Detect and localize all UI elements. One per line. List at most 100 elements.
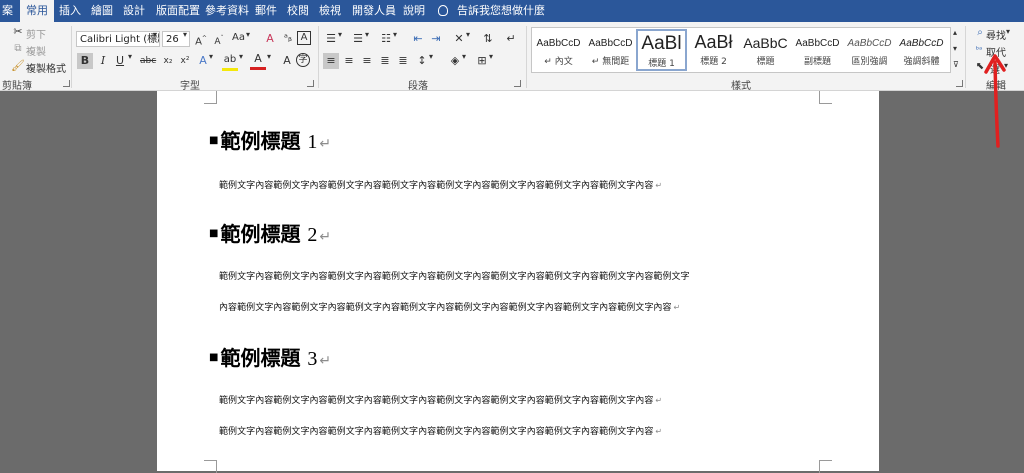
asian-layout-icon[interactable]: ✕ (451, 31, 467, 47)
highlight-icon[interactable]: ab (222, 52, 238, 71)
enclose-characters-icon[interactable]: 字 (296, 53, 310, 67)
cut-button[interactable]: 剪下 (26, 26, 46, 41)
copy-button[interactable]: 複製 (26, 43, 46, 58)
tab-design[interactable]: 設計 (117, 0, 151, 22)
chevron-down-icon[interactable]: ▾ (267, 52, 271, 61)
style-normal[interactable]: AaBbCcD ↵ 內文 (533, 29, 584, 71)
chevron-down-icon[interactable]: ▾ (1006, 27, 1010, 36)
styles-launcher-icon[interactable] (956, 80, 963, 87)
tab-mailings[interactable]: 郵件 (249, 0, 283, 22)
align-right-icon[interactable]: ≡ (359, 53, 375, 69)
style-title[interactable]: AaBbC 標題 (740, 29, 791, 71)
style-subtle-emphasis[interactable]: AaBbCcD 區別強調 (844, 29, 895, 71)
body-line[interactable]: 範例文字內容範例文字內容範例文字內容範例文字內容範例文字內容範例文字內容範例文字… (219, 393, 662, 406)
heading-1[interactable]: ■ 範例標題 1 ↵ (209, 125, 331, 154)
styles-gallery: AaBbCcD ↵ 內文 AaBbCcD ↵ 無間距 AaBl 標題 1 AaB… (531, 27, 951, 73)
ribbon-home: ✂ 剪下 ⧉ 複製 🖌 複製格式 剪貼簿 Calibri Light (標題 ▾… (0, 22, 1024, 92)
italic-icon[interactable]: I (95, 53, 111, 69)
chevron-down-icon[interactable]: ▾ (365, 30, 369, 39)
gallery-down-icon[interactable]: ▾ (953, 44, 957, 53)
superscript-icon[interactable]: x² (177, 53, 193, 69)
chevron-down-icon[interactable]: ▾ (393, 30, 397, 39)
tell-me-box[interactable]: 告訴我您想做什麼 (438, 0, 545, 22)
find-button[interactable]: 尋找 (986, 27, 1006, 42)
chevron-down-icon[interactable]: ▾ (489, 52, 493, 61)
font-color-icon[interactable]: A (250, 51, 266, 70)
numbering-icon[interactable]: ☰ (350, 31, 366, 47)
font-name-box[interactable]: Calibri Light (標題 (76, 31, 160, 47)
font-group-label: 字型 (180, 81, 200, 92)
tab-home[interactable]: 常用 (20, 0, 54, 22)
gallery-up-icon[interactable]: ▴ (953, 28, 957, 37)
body-line[interactable]: 內容範例文字內容範例文字內容範例文字內容範例文字內容範例文字內容範例文字內容範例… (219, 300, 680, 313)
body-line[interactable]: 範例文字內容範例文字內容範例文字內容範例文字內容範例文字內容範例文字內容範例文字… (219, 424, 662, 437)
format-painter-icon[interactable]: 🖌 (10, 58, 26, 74)
tab-help[interactable]: 說明 (397, 0, 431, 22)
shading-icon[interactable]: ◈ (447, 53, 463, 69)
tab-draw[interactable]: 繪圖 (85, 0, 119, 22)
margin-corner-mark (819, 91, 832, 104)
character-border-icon[interactable]: A (297, 31, 311, 45)
clear-formatting-icon[interactable]: A (262, 31, 278, 47)
format-painter-button[interactable]: 複製格式 (26, 60, 66, 75)
bold-icon[interactable]: B (77, 53, 93, 69)
style-no-spacing[interactable]: AaBbCcD ↵ 無間距 (585, 29, 636, 71)
paragraph-launcher-icon[interactable] (514, 80, 521, 87)
grow-font-icon[interactable]: A^ (193, 31, 209, 47)
body-line[interactable]: 範例文字內容範例文字內容範例文字內容範例文字內容範例文字內容範例文字內容範例文字… (219, 178, 662, 191)
show-marks-icon[interactable]: ↵ (503, 31, 519, 47)
chevron-down-icon[interactable]: ▾ (429, 52, 433, 61)
style-heading-1[interactable]: AaBl 標題 1 (636, 29, 687, 71)
distributed-icon[interactable]: ≣ (395, 53, 411, 69)
copy-icon[interactable]: ⧉ (10, 41, 26, 57)
tab-review[interactable]: 校閱 (281, 0, 315, 22)
scissors-icon[interactable]: ✂ (10, 24, 26, 40)
strikethrough-icon[interactable]: abc (140, 53, 156, 69)
paragraph-group-label: 段落 (408, 81, 428, 92)
body-line[interactable]: 範例文字內容範例文字內容範例文字內容範例文字內容範例文字內容範例文字內容範例文字… (219, 269, 690, 282)
tab-file[interactable]: 案 (0, 0, 19, 22)
decrease-indent-icon[interactable]: ⇤ (410, 31, 426, 47)
heading-2[interactable]: ■ 範例標題 2 ↵ (209, 218, 331, 247)
chevron-down-icon[interactable]: ▾ (128, 52, 132, 61)
borders-icon[interactable]: ⊞ (474, 53, 490, 69)
style-heading-2[interactable]: AaBł 標題 2 (688, 29, 739, 71)
chevron-down-icon[interactable]: ▾ (466, 30, 470, 39)
style-emphasis[interactable]: AaBbCcD 強調斜體 (896, 29, 947, 71)
chevron-down-icon[interactable]: ▾ (338, 30, 342, 39)
align-left-icon[interactable]: ≡ (323, 53, 339, 69)
sort-icon[interactable]: ⇅ (480, 31, 496, 47)
tab-insert[interactable]: 插入 (53, 0, 87, 22)
justify-icon[interactable]: ≣ (377, 53, 393, 69)
shrink-font-icon[interactable]: Aˇ (211, 31, 227, 47)
chevron-down-icon[interactable]: ▾ (239, 52, 243, 61)
tab-layout[interactable]: 版面配置 (150, 0, 206, 22)
heading-bullet-icon: ■ (209, 135, 219, 146)
tab-references[interactable]: 參考資料 (199, 0, 255, 22)
bullets-icon[interactable]: ☰ (323, 31, 339, 47)
chevron-down-icon[interactable]: ▾ (209, 52, 213, 61)
heading-bullet-icon: ■ (209, 228, 219, 239)
font-launcher-icon[interactable] (307, 80, 314, 87)
heading-3[interactable]: ■ 範例標題 3 ↵ (209, 342, 331, 371)
chevron-down-icon[interactable]: ▾ (153, 30, 157, 39)
align-center-icon[interactable]: ≡ (341, 53, 357, 69)
line-spacing-icon[interactable]: ↕ (414, 53, 430, 69)
character-shading-icon[interactable]: A (279, 53, 295, 69)
subscript-icon[interactable]: x₂ (160, 53, 176, 69)
underline-icon[interactable]: U (112, 53, 128, 69)
chevron-down-icon[interactable]: ▾ (462, 52, 466, 61)
styles-group-label: 樣式 (731, 81, 751, 92)
change-case-button[interactable]: Aa (232, 32, 245, 43)
increase-indent-icon[interactable]: ⇥ (428, 31, 444, 47)
tab-developer[interactable]: 開發人員 (346, 0, 402, 22)
document-page[interactable]: ■ 範例標題 1 ↵ 範例文字內容範例文字內容範例文字內容範例文字內容範例文字內容範… (157, 91, 879, 473)
phonetic-guide-icon[interactable]: ᵃᵦ (280, 31, 296, 47)
multilevel-list-icon[interactable]: ☷ (378, 31, 394, 47)
chevron-down-icon[interactable]: ▾ (183, 30, 187, 39)
tab-view[interactable]: 檢視 (313, 0, 347, 22)
chevron-down-icon[interactable]: ▾ (246, 30, 250, 39)
clipboard-launcher-icon[interactable] (63, 80, 70, 87)
style-subtitle[interactable]: AaBbCcD 副標題 (792, 29, 843, 71)
gallery-more-icon[interactable]: ⊽ (953, 60, 959, 69)
